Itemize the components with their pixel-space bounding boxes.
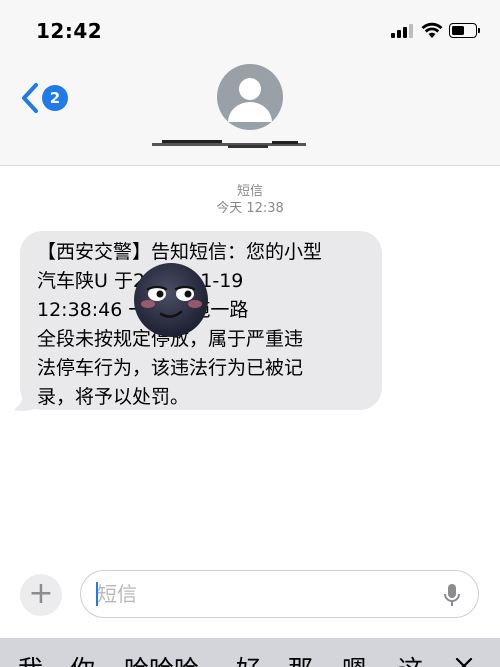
back-button[interactable]: 2 xyxy=(20,80,70,116)
suggestion-item[interactable]: 嗯 xyxy=(342,650,367,667)
microphone-icon[interactable] xyxy=(443,583,461,607)
suggestion-item[interactable]: 好 xyxy=(236,650,261,667)
message-input[interactable] xyxy=(97,571,427,616)
compose-bar: + xyxy=(0,560,500,640)
apps-plus-button[interactable]: + xyxy=(20,574,62,616)
message-input-box[interactable] xyxy=(80,570,479,618)
suggestion-item[interactable]: 哈哈哈 xyxy=(124,650,199,667)
thread-meta: 短信 今天 12:38 xyxy=(0,183,500,217)
contact-name-redacted[interactable] xyxy=(152,140,306,148)
text-caret xyxy=(96,582,98,606)
status-time: 12:42 xyxy=(36,19,103,43)
battery-nub xyxy=(478,28,480,33)
message-timestamp: 今天 12:38 xyxy=(216,201,284,216)
suggestion-item[interactable]: 你 xyxy=(70,650,95,667)
message-line: 录，将予以处罚。 xyxy=(37,386,190,408)
suggestion-item[interactable]: 我 xyxy=(18,650,43,667)
conversation-header: 2 xyxy=(0,56,500,166)
battery-icon xyxy=(449,23,477,38)
suggestion-item[interactable]: 那 xyxy=(288,650,313,667)
close-icon[interactable] xyxy=(454,656,474,667)
suggestion-item[interactable]: 这 xyxy=(398,650,423,667)
cellular-signal-icon xyxy=(391,24,413,38)
unread-count-badge: 2 xyxy=(42,85,68,111)
smirk-emoji-sticker-icon xyxy=(134,263,208,337)
message-line: 法停车行为，该违法行为已被记 xyxy=(37,357,304,379)
chevron-left-icon xyxy=(22,83,38,113)
contact-avatar[interactable] xyxy=(217,64,283,130)
wifi-icon xyxy=(421,22,443,38)
status-bar: 12:42 xyxy=(0,0,500,56)
person-icon xyxy=(228,78,272,122)
service-label: 短信 xyxy=(236,184,263,199)
keyboard-suggestion-bar: 我 你 哈哈哈 好 那 嗯 这 xyxy=(0,638,500,667)
